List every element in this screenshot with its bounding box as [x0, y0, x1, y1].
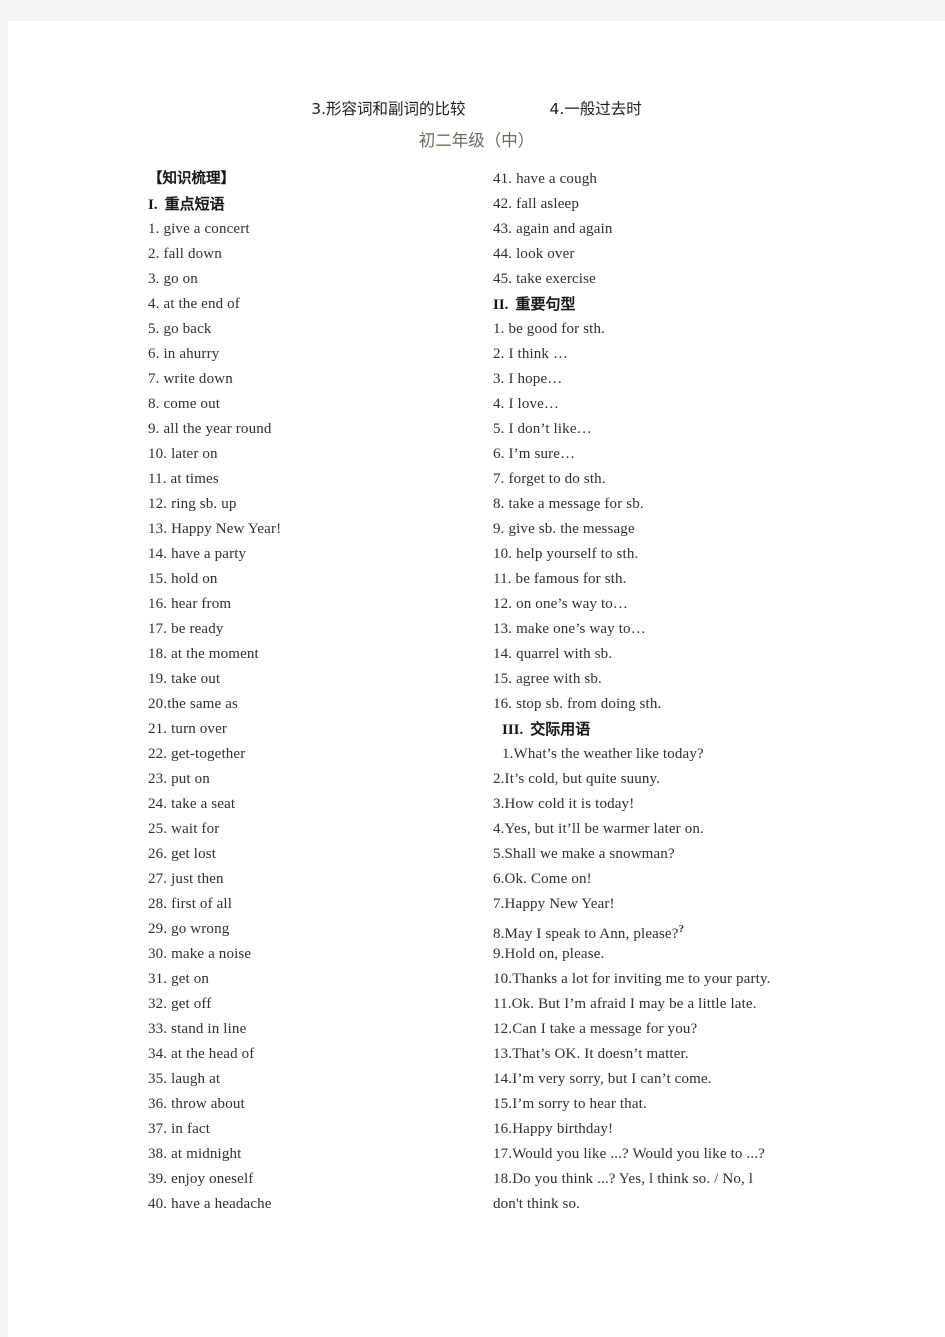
list-item: 16.Happy birthday! — [493, 1121, 614, 1137]
list-item: 12. on one’s way to… — [493, 596, 629, 612]
list-item: 16. hear from — [148, 596, 232, 612]
list-item: 18. at the moment — [148, 646, 259, 662]
list-item: 17.Would you like ...? Would you like to… — [493, 1146, 765, 1162]
list-item: 30. make a noise — [148, 946, 252, 962]
list-item: 2. I think … — [493, 346, 569, 362]
list-item-text: 8.May I speak to Ann, please? — [493, 926, 679, 942]
list-item: 5.Shall we make a snowman? — [493, 846, 675, 862]
section-numeral-iii: III. — [502, 722, 524, 738]
list-item: 43. again and again — [493, 221, 613, 237]
list-item: 12.Can I take a message for you? — [493, 1021, 698, 1037]
title-part-adjectives-adverbs: 3.形容词和副词的比较 — [311, 100, 466, 118]
list-item: 3. go on — [148, 271, 198, 287]
list-item: 28. first of all — [148, 896, 233, 912]
list-item: 25. wait for — [148, 821, 220, 837]
list-item: 27. just then — [148, 871, 224, 887]
list-item: 44. look over — [493, 246, 575, 262]
list-item: 14.I’m very sorry, but I can’t come. — [493, 1071, 712, 1087]
list-item: 42. fall asleep — [493, 196, 579, 212]
section-heading-key-sentence-patterns: II. 重要句型 — [493, 292, 913, 317]
list-item: 32. get off — [148, 996, 212, 1012]
list-item: 15. hold on — [148, 571, 218, 587]
list-item: 2. fall down — [148, 246, 222, 262]
list-item: 21. turn over — [148, 721, 228, 737]
list-item: 36. throw about — [148, 1096, 245, 1112]
list-item: 1. be good for sth. — [493, 321, 606, 337]
list-item: 7. forget to do sth. — [493, 471, 606, 487]
knowledge-review-heading: 【知识梳理】 — [148, 171, 235, 187]
list-item: 7. write down — [148, 371, 233, 387]
list-item: 34. at the head of — [148, 1046, 255, 1062]
list-item: 9.Hold on, please. — [493, 946, 605, 962]
list-item: 5. go back — [148, 321, 212, 337]
list-item: 35. laugh at — [148, 1071, 221, 1087]
list-item: 1.What’s the weather like today? — [502, 746, 704, 762]
list-item: 6.Ok. Come on! — [493, 871, 592, 887]
list-item: 31. get on — [148, 971, 210, 987]
list-item: 8.May I speak to Ann, please?? — [493, 917, 913, 942]
list-item: 13. Happy New Year! — [148, 521, 282, 537]
list-item: 29. go wrong — [148, 921, 230, 937]
list-item: 23. put on — [148, 771, 210, 787]
stray-question-mark-glyph: ? — [678, 923, 685, 935]
list-item: 39. enjoy oneself — [148, 1171, 254, 1187]
section-label-key-phrases: 重点短语 — [164, 195, 225, 213]
document-page: 3.形容词和副词的比较 4.一般过去时 初二年级（中） 【知识梳理】 I. 重点短语… — [8, 21, 945, 1337]
list-item: 11. at times — [148, 471, 219, 487]
list-item: 26. get lost — [148, 846, 217, 862]
page-subtitle: 初二年级（中） — [418, 131, 535, 150]
section-label-daily-expressions: 交际用语 — [530, 720, 591, 738]
list-item: 14. have a party — [148, 546, 247, 562]
left-column: 【知识梳理】 I. 重点短语 1. give a concert 2. fall … — [148, 167, 478, 1217]
list-item: 7.Happy New Year! — [493, 896, 615, 912]
list-item: 11.Ok. But I’m afraid I may be a little … — [493, 996, 757, 1012]
list-item-continuation: don't think so. — [493, 1196, 581, 1212]
list-item: 1. give a concert — [148, 221, 250, 237]
list-item: 15.I’m sorry to hear that. — [493, 1096, 647, 1112]
list-item: 15. agree with sb. — [493, 671, 602, 687]
section-heading-key-phrases: I. 重点短语 — [148, 192, 478, 217]
section-label-key-sentence-patterns: 重要句型 — [515, 295, 576, 313]
list-item: 17. be ready — [148, 621, 224, 637]
section-numeral-ii: II. — [493, 297, 509, 313]
list-item: 20.the same as — [148, 696, 238, 712]
page-title: 3.形容词和副词的比较 4.一般过去时 — [8, 97, 945, 119]
list-item: 19. take out — [148, 671, 221, 687]
section-heading-daily-expressions: III. 交际用语 — [493, 717, 913, 742]
list-item: 9. give sb. the message — [493, 521, 635, 537]
list-item: 40. have a headache — [148, 1196, 272, 1212]
list-item: 13. make one’s way to… — [493, 621, 646, 637]
list-item: 3.How cold it is today! — [493, 796, 635, 812]
list-item: 45. take exercise — [493, 271, 596, 287]
list-item: 10.Thanks a lot for inviting me to your … — [493, 971, 771, 987]
list-item: 33. stand in line — [148, 1021, 247, 1037]
list-item: 2.It’s cold, but quite suuny. — [493, 771, 661, 787]
list-item: 4.Yes, but it’ll be warmer later on. — [493, 821, 704, 837]
list-item: 38. at midnight — [148, 1146, 242, 1162]
list-item: 14. quarrel with sb. — [493, 646, 613, 662]
section-numeral-i: I. — [148, 197, 158, 213]
list-item: 11. be famous for sth. — [493, 571, 627, 587]
title-part-simple-past: 4.一般过去时 — [549, 100, 642, 118]
list-item: 5. I don’t like… — [493, 421, 592, 437]
list-item: 16. stop sb. from doing sth. — [493, 696, 662, 712]
list-item: 9. all the year round — [148, 421, 272, 437]
list-item: 22. get-together — [148, 746, 246, 762]
list-item: 8. come out — [148, 396, 221, 412]
list-item: 6. I’m sure… — [493, 446, 576, 462]
list-item: 6. in ahurry — [148, 346, 220, 362]
list-item: 8. take a message for sb. — [493, 496, 644, 512]
list-item: 4. at the end of — [148, 296, 240, 312]
list-item: 41. have a cough — [493, 171, 598, 187]
list-item: 18.Do you think ...? Yes, l think so. / … — [493, 1171, 754, 1187]
list-item: 24. take a seat — [148, 796, 236, 812]
list-item: 4. I love… — [493, 396, 560, 412]
list-item: 37. in fact — [148, 1121, 211, 1137]
right-column: 41. have a cough 42. fall asleep 43. aga… — [493, 167, 913, 1217]
list-item: 10. help yourself to sth. — [493, 546, 639, 562]
list-item: 10. later on — [148, 446, 218, 462]
list-item: 13.That’s OK. It doesn’t matter. — [493, 1046, 689, 1062]
list-item: 3. I hope… — [493, 371, 563, 387]
list-item: 12. ring sb. up — [148, 496, 237, 512]
